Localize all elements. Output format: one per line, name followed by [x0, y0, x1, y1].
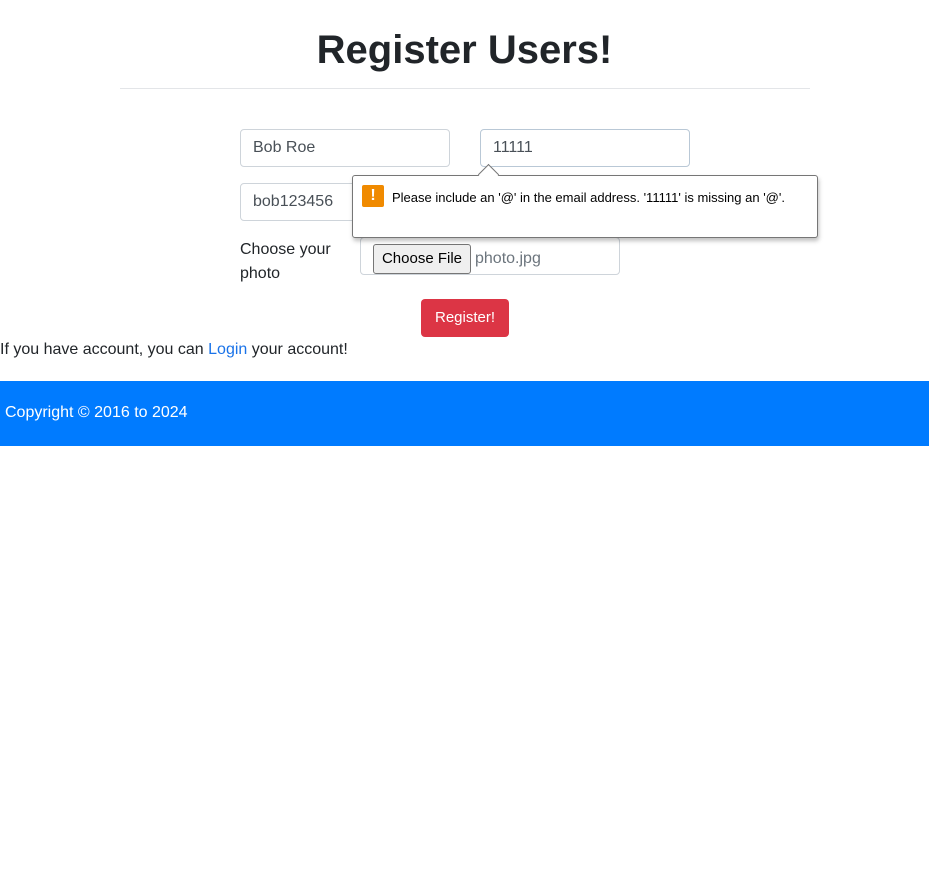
tooltip-arrow [477, 163, 500, 186]
email-input[interactable] [480, 129, 690, 167]
register-page: Register Users! Choose your photo Choose… [0, 0, 929, 873]
choose-file-button[interactable]: Choose File [373, 244, 471, 274]
copyright-text: Copyright © 2016 to 2024 [5, 404, 188, 421]
account-prompt: If you have account, you can Login your … [0, 339, 348, 361]
photo-label: Choose your photo [240, 241, 331, 282]
page-title: Register Users! [316, 28, 613, 72]
account-prompt-suffix: your account! [247, 341, 348, 358]
selected-file-name: photo.jpg [475, 250, 541, 267]
warning-icon: ! [362, 185, 384, 207]
email-validation-tooltip: ! Please include an '@' in the email add… [352, 163, 818, 238]
photo-file-input[interactable]: Choose File photo.jpg [360, 237, 620, 275]
footer: Copyright © 2016 to 2024 [0, 381, 929, 446]
title-divider [120, 88, 810, 89]
account-prompt-prefix: If you have account, you can [0, 341, 209, 358]
register-button[interactable]: Register! [421, 299, 509, 337]
name-input[interactable] [240, 129, 450, 167]
validation-message: Please include an '@' in the email addre… [392, 190, 785, 205]
login-link[interactable]: Login [208, 341, 247, 358]
